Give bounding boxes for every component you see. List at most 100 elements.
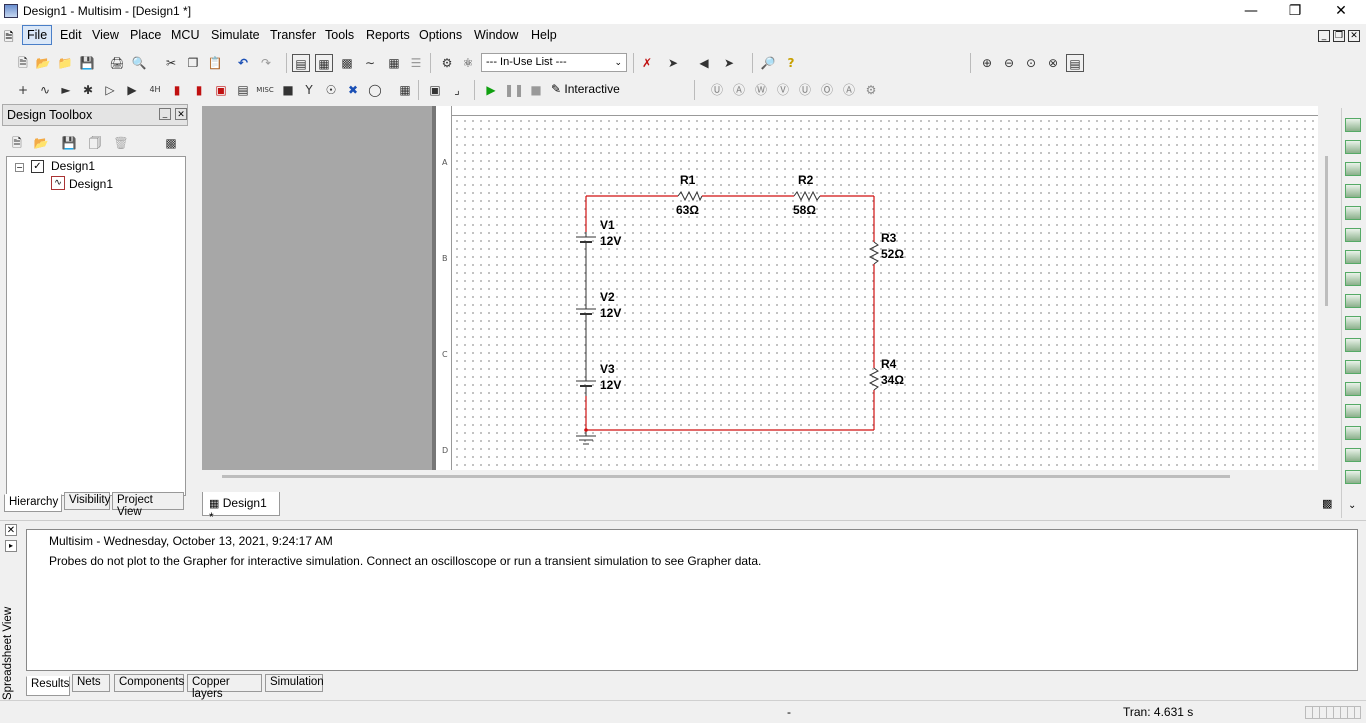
menu-tools[interactable]: Tools xyxy=(325,28,354,42)
toolbox-close-button[interactable]: ✕ xyxy=(175,108,187,120)
chevron-down-icon[interactable]: ⌄ xyxy=(1348,500,1356,511)
place-basic-icon[interactable]: ∿ xyxy=(36,81,54,99)
menu-window[interactable]: Window xyxy=(474,28,518,42)
spreadsheet-float-button[interactable]: ▸ xyxy=(5,540,17,552)
results-log[interactable]: Multisim - Wednesday, October 13, 2021, … xyxy=(26,529,1358,671)
back-annotate-icon[interactable]: ◀ xyxy=(695,54,713,72)
spreadsheet-close-button[interactable]: ✕ xyxy=(5,524,17,536)
place-source-icon[interactable]: + xyxy=(14,81,32,99)
probe-voltage-ref-icon[interactable]: Ⓤ xyxy=(796,81,814,99)
menu-place[interactable]: Place xyxy=(130,28,161,42)
layer-settings-icon[interactable]: ▩ xyxy=(162,134,180,152)
checkbox-checked-icon[interactable]: ✓ xyxy=(31,160,44,173)
print-preview-icon[interactable]: 🔍 xyxy=(130,54,148,72)
menu-help[interactable]: Help xyxy=(531,28,557,42)
open-folder-icon[interactable]: 📂 xyxy=(34,54,52,72)
place-connector-icon[interactable]: ◯ xyxy=(366,81,384,99)
zoom-in-icon[interactable]: ⊕ xyxy=(978,54,996,72)
network-analyzer-icon[interactable] xyxy=(1345,404,1361,418)
restore-button[interactable]: ❐ xyxy=(1272,0,1318,24)
menu-edit[interactable]: Edit xyxy=(60,28,82,42)
probe-current-icon[interactable]: Ⓐ xyxy=(730,81,748,99)
oscilloscope-icon[interactable] xyxy=(1345,184,1361,198)
logic-analyzer-icon[interactable] xyxy=(1345,316,1361,330)
zoom-sheet-icon[interactable]: ⊗ xyxy=(1044,54,1062,72)
tree-child-label[interactable]: Design1 xyxy=(69,177,113,191)
labview-instrument-icon[interactable] xyxy=(1345,448,1361,462)
place-hierarchical-block-icon[interactable]: ▣ xyxy=(426,81,444,99)
horizontal-scroll-thumb[interactable] xyxy=(222,475,1230,478)
mdi-close-button[interactable]: ✕ xyxy=(1348,30,1360,42)
tab-visibility[interactable]: Visibility xyxy=(64,492,110,510)
logic-converter-icon[interactable] xyxy=(1345,294,1361,308)
stop-icon[interactable]: ■ xyxy=(527,81,545,99)
redo-icon[interactable]: ↷ xyxy=(257,54,275,72)
zoom-area-icon[interactable]: ⊙ xyxy=(1022,54,1040,72)
place-indicator-icon[interactable]: ▣ xyxy=(212,81,230,99)
cut-icon[interactable]: ✂ xyxy=(162,54,180,72)
probe-voltage-icon[interactable]: Ⓤ xyxy=(708,81,726,99)
full-screen-icon[interactable]: ▤ xyxy=(1066,54,1084,72)
place-misc-icon[interactable]: MISC xyxy=(256,81,274,99)
find-examples-icon[interactable]: 🔎 xyxy=(759,54,777,72)
print-icon[interactable]: 🖨 xyxy=(108,54,126,72)
toggle-spreadsheet-icon[interactable]: ▦ xyxy=(315,54,333,72)
zoom-out-icon[interactable]: ⊖ xyxy=(1000,54,1018,72)
resistor-r4[interactable] xyxy=(868,367,880,391)
current-probe-icon[interactable] xyxy=(1345,470,1361,484)
battery-v1[interactable] xyxy=(576,232,596,248)
probe-digital-icon[interactable]: Ⓞ xyxy=(818,81,836,99)
save-icon[interactable]: 💾 xyxy=(78,54,96,72)
open-design-icon[interactable]: 📂 xyxy=(32,134,50,152)
help-icon[interactable]: ? xyxy=(782,54,800,72)
probe-power-icon[interactable]: Ⓦ xyxy=(752,81,770,99)
pause-icon[interactable]: ❚❚ xyxy=(504,81,524,99)
place-electromechanical-icon[interactable]: ☉ xyxy=(322,81,340,99)
close-design-icon[interactable]: 🗍 xyxy=(86,134,104,152)
menu-file[interactable]: File xyxy=(22,25,53,45)
resistor-r2[interactable] xyxy=(793,190,821,202)
new-design-icon[interactable]: 🗎 xyxy=(8,134,26,152)
probe-current-ref-icon[interactable]: Ⓐ xyxy=(840,81,858,99)
in-use-list-combo[interactable]: --- In-Use List --- ⌄ xyxy=(481,53,627,72)
delete-design-icon[interactable]: 🗑 xyxy=(112,134,130,152)
place-ttl-icon[interactable]: ▶ xyxy=(123,81,141,99)
menu-reports[interactable]: Reports xyxy=(366,28,410,42)
place-misc-digital-icon[interactable]: ▮ xyxy=(168,81,186,99)
erc-icon[interactable]: ✗ xyxy=(638,54,656,72)
tab-project-view[interactable]: Project View xyxy=(112,492,184,518)
agilent-generator-icon[interactable] xyxy=(1345,426,1361,440)
tab-results[interactable]: Results xyxy=(26,676,70,696)
tab-components[interactable]: Components xyxy=(114,674,184,692)
frequency-counter-icon[interactable] xyxy=(1345,250,1361,264)
menu-simulate[interactable]: Simulate xyxy=(211,28,260,42)
probe-settings-icon[interactable]: ⚙ xyxy=(862,81,880,99)
mdi-minimize-button[interactable]: _ xyxy=(1318,30,1330,42)
place-rf-icon[interactable]: Y xyxy=(300,81,318,99)
tab-hierarchy[interactable]: Hierarchy xyxy=(4,494,62,512)
tab-nets[interactable]: Nets xyxy=(72,674,110,692)
database-manager-icon[interactable]: ▩ xyxy=(338,54,356,72)
toolbox-float-button[interactable]: _ xyxy=(159,108,171,120)
word-generator-icon[interactable] xyxy=(1345,272,1361,286)
bom-icon[interactable]: ☰ xyxy=(407,54,425,72)
interactive-mode-button[interactable]: ✎ Interactive xyxy=(551,82,620,96)
new-icon[interactable]: 🗎 xyxy=(14,54,32,72)
undo-icon[interactable]: ↶ xyxy=(234,54,252,72)
place-analog-icon[interactable]: ▷ xyxy=(101,81,119,99)
collapse-icon[interactable]: − xyxy=(15,163,24,172)
place-ni-component-icon[interactable]: ✖ xyxy=(344,81,362,99)
menu-mcu[interactable]: MCU xyxy=(171,28,199,42)
resistor-r1[interactable] xyxy=(677,190,703,202)
menu-options[interactable]: Options xyxy=(419,28,462,42)
multisim-app-icon[interactable] xyxy=(4,4,18,18)
place-mcu-icon[interactable]: ▦ xyxy=(396,81,414,99)
place-advanced-peripherals-icon[interactable]: ■ xyxy=(279,81,297,99)
tab-simulation[interactable]: Simulation xyxy=(265,674,324,692)
close-button[interactable]: ✕ xyxy=(1318,0,1364,24)
distortion-analyzer-icon[interactable] xyxy=(1345,360,1361,374)
place-diode-icon[interactable]: ► xyxy=(57,81,75,99)
minimize-button[interactable]: — xyxy=(1228,0,1274,24)
sheet-properties-icon[interactable]: ▩ xyxy=(1322,497,1332,510)
toggle-toolbox-icon[interactable]: ▤ xyxy=(292,54,310,72)
